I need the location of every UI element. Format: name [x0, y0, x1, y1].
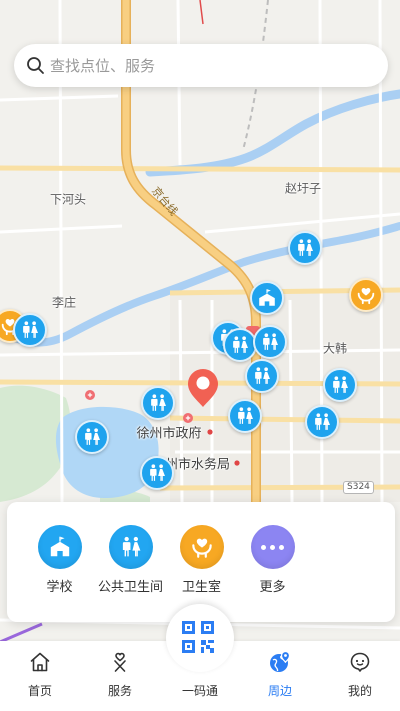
restroom-icon [333, 376, 348, 393]
tab-nearby[interactable]: 周边 [240, 641, 320, 711]
tab-profile[interactable]: 我的 [320, 641, 400, 711]
restroom-marker[interactable] [253, 325, 287, 359]
tab-label: 我的 [347, 684, 372, 698]
lake [55, 406, 159, 498]
restroom-marker[interactable] [228, 399, 262, 433]
restroom-icon [298, 239, 313, 256]
restroom-icon [108, 525, 153, 569]
restroom-marker[interactable] [75, 420, 109, 454]
service-icon [114, 652, 126, 672]
category-restroom[interactable]: 公共卫生间 [95, 525, 166, 596]
road-badge: S324 [343, 481, 374, 494]
clinic-marker[interactable] [349, 278, 383, 312]
search-icon [26, 56, 45, 75]
restroom-icon [233, 336, 248, 353]
restroom-icon [238, 407, 253, 424]
tab-service[interactable]: 服务 [80, 641, 160, 711]
category-clinic[interactable]: 卫生室 [166, 525, 237, 596]
more-icon [250, 525, 295, 569]
category-label: 公共卫生间 [97, 580, 163, 595]
restroom-icon [150, 464, 165, 481]
clinic-icon [179, 525, 224, 569]
category-more[interactable]: 更多 [237, 525, 308, 596]
restroom-marker[interactable] [13, 313, 47, 347]
home-icon [30, 652, 50, 672]
restroom-icon [85, 428, 100, 445]
restroom-marker[interactable] [140, 456, 174, 490]
school-icon [259, 289, 275, 306]
category-label: 卫生室 [181, 580, 221, 595]
place-label-city-government: 徐州市政府 [136, 426, 202, 442]
qr-code-button[interactable] [166, 604, 234, 672]
restroom-icon [315, 413, 330, 430]
restroom-icon [23, 321, 38, 338]
qr-code-icon [182, 621, 214, 653]
place-label-zhaoweizi: 赵圩子 [284, 181, 322, 196]
restroom-marker[interactable] [288, 231, 322, 265]
place-label-xiahetou: 下河头 [49, 192, 87, 207]
place-label-dahan: 大韩 [322, 341, 348, 356]
place-label-lizhuang: 李庄 [51, 295, 77, 310]
school-marker[interactable] [250, 281, 284, 315]
search-bar[interactable] [14, 44, 388, 87]
restroom-marker[interactable] [223, 328, 257, 362]
category-label: 学校 [46, 580, 73, 595]
restroom-marker[interactable] [141, 386, 175, 420]
restroom-icon [263, 333, 278, 350]
restroom-icon [255, 367, 270, 384]
tab-label: 一码通 [181, 684, 218, 698]
tab-home[interactable]: 首页 [0, 641, 80, 711]
category-label: 更多 [259, 580, 286, 595]
restroom-marker[interactable] [245, 359, 279, 393]
category-school[interactable]: 学校 [24, 525, 95, 596]
current-location-pin[interactable] [187, 368, 219, 408]
tab-label: 周边 [267, 684, 292, 698]
school-icon [37, 525, 82, 569]
nearby-icon [270, 650, 291, 672]
profile-icon [350, 652, 370, 672]
search-input[interactable] [50, 44, 370, 87]
restroom-marker[interactable] [305, 405, 339, 439]
tab-label: 首页 [27, 684, 52, 698]
app-screen: 下河头 赵圩子 京台线 李庄 大韩 徐州市政府 徐州市水务局 S324 查找点位… [0, 0, 400, 711]
restroom-marker[interactable] [323, 368, 357, 402]
tab-label: 服务 [107, 684, 132, 698]
clinic-icon [357, 287, 375, 305]
restroom-icon [151, 394, 166, 411]
